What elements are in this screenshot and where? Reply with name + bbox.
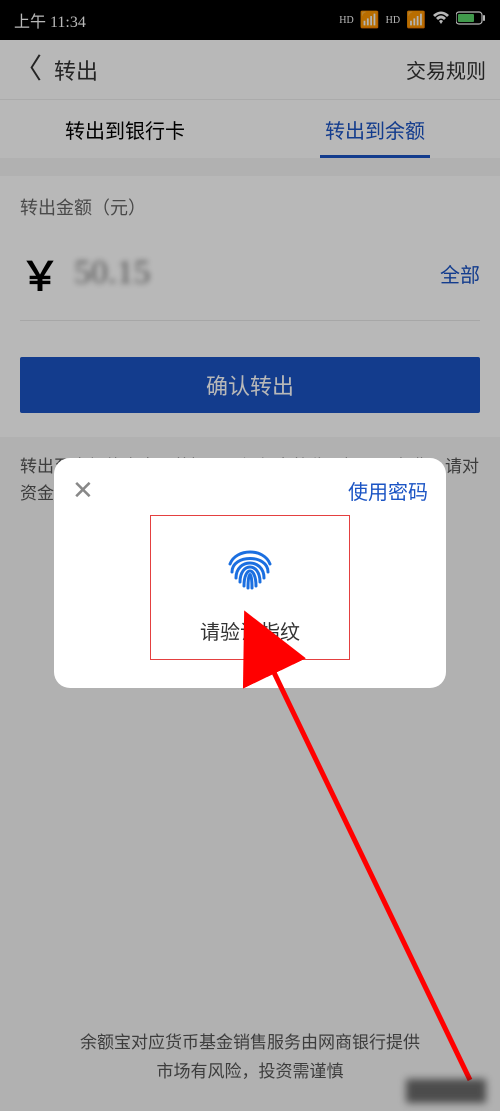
fingerprint-modal: ✕ 使用密码 请验证指纹 xyxy=(54,458,446,688)
close-icon[interactable]: ✕ xyxy=(72,478,94,504)
modal-header: ✕ 使用密码 xyxy=(72,476,428,505)
fingerprint-prompt: 请验证指纹 xyxy=(161,616,339,645)
use-password-link[interactable]: 使用密码 xyxy=(348,476,428,505)
fingerprint-box[interactable]: 请验证指纹 xyxy=(150,515,350,660)
watermark-blur xyxy=(406,1079,486,1103)
fingerprint-icon xyxy=(218,534,282,598)
